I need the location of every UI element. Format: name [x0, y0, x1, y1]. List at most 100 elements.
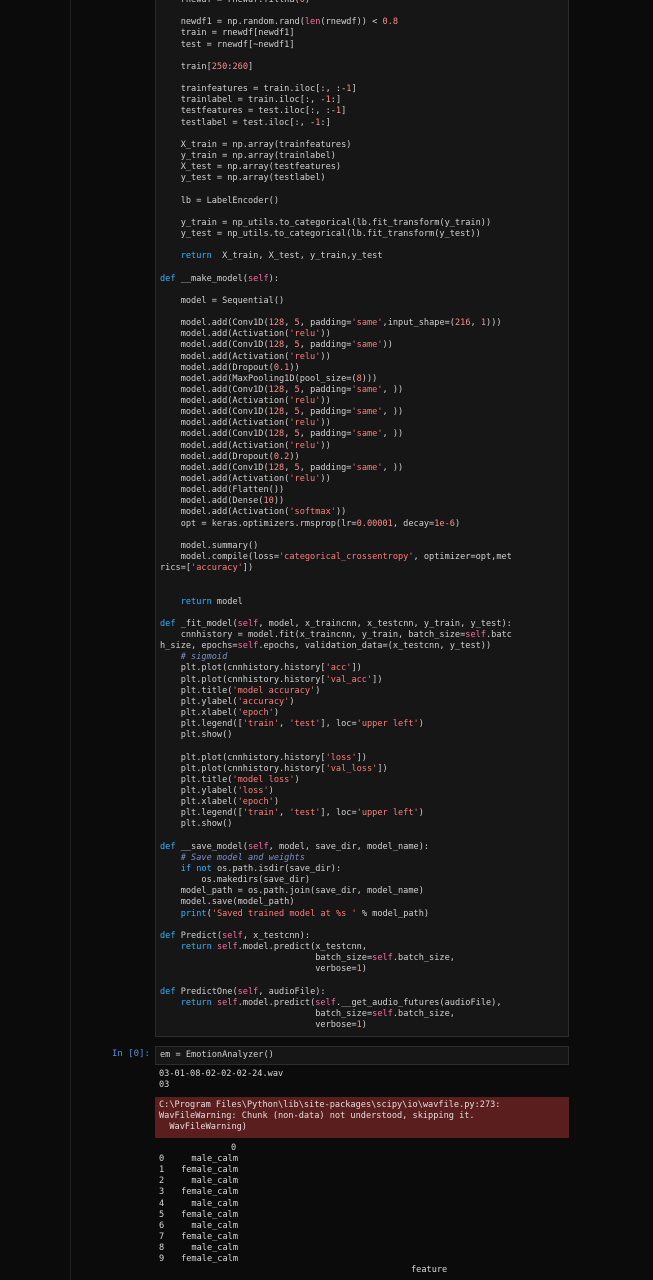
code-line[interactable]: ​ — [160, 831, 568, 842]
code-line[interactable]: os.makedirs(save_dir) — [160, 875, 568, 886]
code-line[interactable]: def _fit_model(self, model, x_traincnn, … — [160, 619, 568, 630]
code-line[interactable]: ​ — [160, 73, 568, 84]
code-line[interactable]: model.add(Dropout(0.2)) — [160, 452, 568, 463]
code-line[interactable]: model.add(Conv1D(128, 5, padding='same',… — [160, 318, 568, 329]
code-line[interactable]: model.add(Activation('relu')) — [160, 396, 568, 407]
code-line[interactable]: plt.plot(cnnhistory.history['val_acc']) — [160, 675, 568, 686]
code-line[interactable]: X_test = np.array(testfeatures) — [160, 162, 568, 173]
code-line[interactable]: def __make_model(self): — [160, 274, 568, 285]
code-line[interactable]: ​ — [160, 608, 568, 619]
code-line[interactable]: testlabel = test.iloc[:, -1:] — [160, 118, 568, 129]
code-line[interactable]: plt.ylabel('accuracy') — [160, 697, 568, 708]
code-line[interactable]: plt.xlabel('epoch') — [160, 708, 568, 719]
code-line[interactable]: plt.ylabel('loss') — [160, 786, 568, 797]
code-line[interactable]: ​ — [160, 585, 568, 596]
code-line[interactable]: plt.show() — [160, 730, 568, 741]
code-line[interactable]: newdf1 = np.random.rand(len(rnewdf)) < 0… — [160, 17, 568, 28]
code-line[interactable]: # Save model and weights — [160, 853, 568, 864]
table-row-value: female_calm — [181, 1165, 238, 1176]
code-line[interactable]: plt.show() — [160, 819, 568, 830]
code-line[interactable]: lb = LabelEncoder() — [160, 196, 568, 207]
code-line[interactable]: verbose=1) — [160, 964, 568, 975]
code-line[interactable]: plt.title('model accuracy') — [160, 686, 568, 697]
code-line[interactable]: model.save(model_path) — [160, 897, 568, 908]
code-line[interactable]: ​ — [160, 6, 568, 17]
stderr-warning: C:\Program Files\Python\lib\site-package… — [155, 1097, 569, 1138]
code-line[interactable]: y_train = np.array(trainlabel) — [160, 151, 568, 162]
code-line[interactable]: if not os.path.isdir(save_dir): — [160, 864, 568, 875]
code-line[interactable]: model.add(Activation('relu')) — [160, 352, 568, 363]
code-line[interactable]: ​ — [160, 741, 568, 752]
code-line[interactable]: ​ — [160, 207, 568, 218]
code-line[interactable]: plt.plot(cnnhistory.history['acc']) — [160, 663, 568, 674]
code-line[interactable]: model.add(Conv1D(128, 5, padding='same',… — [160, 463, 568, 474]
code-line[interactable]: y_train = np_utils.to_categorical(lb.fit… — [160, 218, 568, 229]
code-line[interactable]: ​ — [160, 920, 568, 931]
code-line[interactable]: ​ — [160, 51, 568, 62]
code-line[interactable]: model.add(Conv1D(128, 5, padding='same')… — [160, 340, 568, 351]
code-line[interactable]: plt.legend(['train', 'test'], loc='upper… — [160, 719, 568, 730]
code-line[interactable]: train = rnewdf[newdf1] — [160, 28, 568, 39]
code-line[interactable]: return X_train, X_test, y_train,y_test — [160, 251, 568, 262]
code-line[interactable]: train[250:260] — [160, 62, 568, 73]
code-line[interactable]: trainfeatures = train.iloc[:, :-1] — [160, 84, 568, 95]
code-line[interactable]: h_size, epochs=self.epochs, validation_d… — [160, 641, 568, 652]
code-cell[interactable]: rnewdf = rnewdf.fillna(0)​ newdf1 = np.r… — [155, 0, 569, 1037]
code-line[interactable]: ​ — [160, 240, 568, 251]
table-row-index: 1 — [159, 1165, 165, 1176]
code-line[interactable]: ​ — [160, 129, 568, 140]
code-line[interactable]: def __save_model(self, model, save_dir, … — [160, 842, 568, 853]
code-line[interactable]: ​ — [160, 574, 568, 585]
code-line[interactable]: print('Saved trained model at %s ' % mod… — [160, 909, 568, 920]
code-line[interactable]: ​ — [160, 975, 568, 986]
code-line[interactable]: testfeatures = test.iloc[:, :-1] — [160, 106, 568, 117]
code-line[interactable]: opt = keras.optimizers.rmsprop(lr=0.0000… — [160, 519, 568, 530]
code-line[interactable]: y_test = np_utils.to_categorical(lb.fit_… — [160, 229, 568, 240]
code-line[interactable]: plt.xlabel('epoch') — [160, 797, 568, 808]
code-line[interactable]: model.add(Activation('relu')) — [160, 474, 568, 485]
code-line[interactable]: def Predict(self, x_testcnn): — [160, 931, 568, 942]
code-line[interactable]: model.add(Dense(10)) — [160, 496, 568, 507]
code-line[interactable]: ​ — [160, 285, 568, 296]
code-line[interactable]: ​ — [160, 530, 568, 541]
code-line[interactable]: model.add(Dropout(0.1)) — [160, 363, 568, 374]
code-line[interactable]: model.add(MaxPooling1D(pool_size=(8))) — [160, 374, 568, 385]
code-line[interactable]: verbose=1) — [160, 1020, 568, 1031]
code-line[interactable]: batch_size=self.batch_size, — [160, 1009, 568, 1020]
code-line[interactable]: X_train = np.array(trainfeatures) — [160, 140, 568, 151]
code-line[interactable]: trainlabel = train.iloc[:, -1:] — [160, 95, 568, 106]
code-line[interactable]: ​ — [160, 184, 568, 195]
code-line[interactable]: model_path = os.path.join(save_dir, mode… — [160, 886, 568, 897]
code-cell-emotion-analyzer[interactable]: em = EmotionAnalyzer() — [155, 1046, 569, 1065]
code-line[interactable]: model = Sequential() — [160, 296, 568, 307]
code-line[interactable]: model.add(Conv1D(128, 5, padding='same',… — [160, 429, 568, 440]
code-line[interactable]: model.summary() — [160, 541, 568, 552]
code-line[interactable]: cnnhistory = model.fit(x_traincnn, y_tra… — [160, 630, 568, 641]
code-line[interactable]: model.add(Activation('relu')) — [160, 418, 568, 429]
code-line[interactable]: em = EmotionAnalyzer() — [160, 1050, 568, 1061]
code-line[interactable]: batch_size=self.batch_size, — [160, 953, 568, 964]
code-line[interactable]: y_test = np.array(testlabel) — [160, 173, 568, 184]
code-line[interactable]: model.add(Activation('relu')) — [160, 329, 568, 340]
code-line[interactable]: test = rnewdf[~newdf1] — [160, 40, 568, 51]
code-editor[interactable]: rnewdf = rnewdf.fillna(0)​ newdf1 = np.r… — [156, 0, 568, 1031]
code-line[interactable]: model.add(Conv1D(128, 5, padding='same',… — [160, 385, 568, 396]
code-line[interactable]: model.compile(loss='categorical_crossent… — [160, 552, 568, 563]
code-line[interactable]: plt.plot(cnnhistory.history['loss']) — [160, 753, 568, 764]
code-line[interactable]: # sigmoid — [160, 652, 568, 663]
code-line[interactable]: ​ — [160, 307, 568, 318]
code-line[interactable]: model.add(Conv1D(128, 5, padding='same',… — [160, 407, 568, 418]
code-line[interactable]: def PredictOne(self, audioFile): — [160, 987, 568, 998]
code-line[interactable]: return model — [160, 597, 568, 608]
code-line[interactable]: model.add(Activation('relu')) — [160, 441, 568, 452]
code-line[interactable]: rics=['accuracy']) — [160, 563, 568, 574]
code-line[interactable]: model.add(Flatten()) — [160, 485, 568, 496]
code-line[interactable]: ​ — [160, 262, 568, 273]
code-line[interactable]: plt.title('model loss') — [160, 775, 568, 786]
code-line[interactable]: plt.plot(cnnhistory.history['val_loss']) — [160, 764, 568, 775]
table-row-value: male_calm — [191, 1243, 238, 1254]
code-line[interactable]: return self.model.predict(x_testcnn, — [160, 942, 568, 953]
code-line[interactable]: plt.legend(['train', 'test'], loc='upper… — [160, 808, 568, 819]
code-line[interactable]: return self.model.predict(self.__get_aud… — [160, 998, 568, 1009]
code-line[interactable]: model.add(Activation('softmax')) — [160, 507, 568, 518]
